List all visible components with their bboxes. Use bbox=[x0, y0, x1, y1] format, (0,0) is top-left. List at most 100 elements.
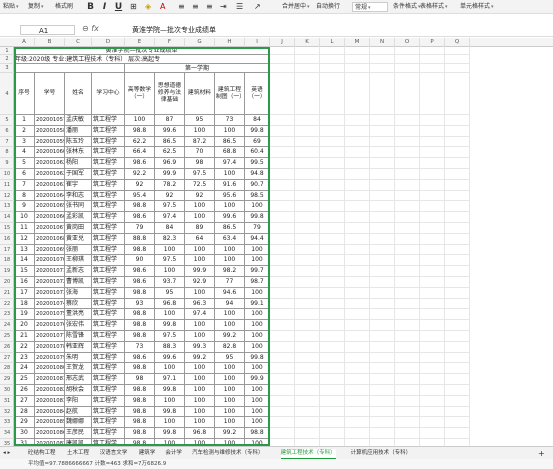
table-style-button[interactable]: 表格样式▾ bbox=[420, 2, 448, 12]
gridline bbox=[270, 340, 470, 342]
row-header[interactable]: 29 bbox=[0, 374, 14, 385]
underline-button[interactable]: U bbox=[114, 2, 123, 12]
fill-color-icon[interactable]: ◈ bbox=[145, 2, 151, 12]
row-header[interactable]: 26 bbox=[0, 342, 14, 353]
row-header[interactable]: 21 bbox=[0, 288, 14, 299]
column-header-P[interactable]: P bbox=[420, 38, 445, 47]
indent-icon[interactable]: ⇥ bbox=[220, 2, 227, 12]
spreadsheet-grid[interactable]: ABCDEFGHIJKLMNOPQ 1 2 3 4 5 6 7 8 9 10 11 12 13 14 15 1… bbox=[0, 38, 553, 446]
cell-style-button[interactable]: 单元格样式▾ bbox=[460, 2, 494, 12]
row-header[interactable]: 24 bbox=[0, 320, 14, 331]
column-header-J[interactable]: J bbox=[270, 38, 295, 47]
column-header-H[interactable]: H bbox=[215, 38, 245, 47]
column-header-Q[interactable]: Q bbox=[445, 38, 470, 47]
copy-button[interactable]: 复制▾ bbox=[28, 2, 44, 12]
sheet-tab[interactable]: 汽车检测与维修技术（专科） bbox=[192, 449, 264, 458]
sheet-tab[interactable]: 计算机应用技术（专科） bbox=[351, 449, 412, 458]
row-header[interactable]: 5 bbox=[0, 115, 14, 126]
row-header[interactable]: 34 bbox=[0, 428, 14, 439]
column-header-F[interactable]: F bbox=[155, 38, 185, 47]
font-color-icon[interactable]: A bbox=[160, 2, 165, 12]
row-header[interactable]: 23 bbox=[0, 309, 14, 321]
row-header[interactable]: 6 bbox=[0, 126, 14, 137]
paste-button[interactable]: 粘贴▾ bbox=[3, 2, 19, 12]
column-header-A[interactable]: A bbox=[14, 38, 35, 47]
tab-nav-arrows[interactable]: ◂ ▸ bbox=[3, 449, 10, 458]
sheet-tab[interactable]: 建筑工程技术（专科） bbox=[280, 449, 336, 459]
row-header[interactable]: 16 bbox=[0, 234, 14, 245]
add-sheet-button[interactable]: + bbox=[538, 449, 545, 458]
sheet-tab[interactable]: 建筑学 bbox=[139, 449, 156, 458]
row-header[interactable]: 2 bbox=[0, 55, 14, 64]
column-header-L[interactable]: L bbox=[320, 38, 345, 47]
row-header[interactable]: 27 bbox=[0, 353, 14, 364]
border-icon[interactable]: ⊞ bbox=[130, 2, 137, 12]
column-header-G[interactable]: G bbox=[185, 38, 215, 47]
number-format-select[interactable]: 常规▾ bbox=[352, 2, 388, 12]
row-header[interactable]: 12 bbox=[0, 191, 14, 202]
format-painter-button[interactable]: 格式刷 bbox=[55, 2, 73, 12]
zoom-icon[interactable]: ⊖ bbox=[82, 24, 89, 33]
gridline bbox=[270, 276, 470, 277]
row-header[interactable]: 33 bbox=[0, 417, 14, 429]
italic-button[interactable]: I bbox=[100, 2, 109, 12]
column-header-O[interactable]: O bbox=[395, 38, 420, 47]
gridline bbox=[270, 265, 470, 267]
row-header[interactable]: 17 bbox=[0, 245, 14, 256]
gridline bbox=[270, 384, 470, 385]
row-header[interactable]: 11 bbox=[0, 180, 14, 191]
row-header[interactable]: 8 bbox=[0, 147, 14, 159]
column-header-K[interactable]: K bbox=[295, 38, 320, 47]
row-header[interactable]: 25 bbox=[0, 331, 14, 342]
formula-input[interactable]: 黄淮学院—批次专业成绩单 bbox=[132, 25, 216, 35]
row-header[interactable]: 13 bbox=[0, 201, 14, 213]
orientation-icon[interactable]: ↗ bbox=[254, 2, 261, 12]
gridline bbox=[270, 243, 470, 245]
gridline bbox=[270, 146, 470, 148]
row-header[interactable]: 20 bbox=[0, 277, 14, 288]
gridline bbox=[270, 416, 470, 418]
row-header[interactable]: 9 bbox=[0, 158, 14, 169]
row-header[interactable]: 32 bbox=[0, 407, 14, 418]
column-header-E[interactable]: E bbox=[125, 38, 155, 47]
row-header[interactable]: 30 bbox=[0, 385, 14, 396]
merge-center-button[interactable]: 合并居中▾ bbox=[282, 2, 310, 12]
row-header[interactable]: 4 bbox=[0, 73, 14, 115]
row-header[interactable]: 19 bbox=[0, 266, 14, 277]
sheet-tab[interactable]: 汉语言文学 bbox=[100, 449, 128, 458]
sheet-tab[interactable]: 砼结构工程 bbox=[28, 449, 56, 458]
row-header[interactable]: 15 bbox=[0, 223, 14, 234]
cells-area[interactable]: 黄淮学院—批次专业成绩单 年级:2020级 专业:建筑工程技术（专科） 层次:高起… bbox=[14, 47, 553, 446]
align-right-icon[interactable]: ≡ bbox=[206, 2, 213, 12]
column-header-D[interactable]: D bbox=[92, 38, 125, 47]
fx-icon[interactable]: fx bbox=[91, 24, 99, 33]
column-header-B[interactable]: B bbox=[35, 38, 65, 47]
sheet-tab[interactable]: 会计学 bbox=[165, 449, 182, 458]
column-header-N[interactable]: N bbox=[370, 38, 395, 47]
row-header[interactable]: 14 bbox=[0, 212, 14, 223]
name-box[interactable]: A1 bbox=[20, 25, 75, 35]
row-header[interactable]: 28 bbox=[0, 363, 14, 375]
distribute-icon[interactable]: ☰ bbox=[236, 2, 243, 12]
align-left-icon[interactable]: ≡ bbox=[178, 2, 185, 12]
align-center-icon[interactable]: ≡ bbox=[192, 2, 199, 12]
bold-button[interactable]: B bbox=[86, 2, 95, 12]
column-header-M[interactable]: M bbox=[345, 38, 370, 47]
row-header[interactable]: 22 bbox=[0, 299, 14, 310]
row-header[interactable]: 1 bbox=[0, 47, 14, 55]
sheet-tab[interactable]: 土木工程 bbox=[67, 449, 89, 458]
conditional-format-button[interactable]: 条件格式▾ bbox=[393, 2, 421, 12]
gridline bbox=[270, 124, 470, 126]
row-header[interactable]: 18 bbox=[0, 255, 14, 267]
row-header[interactable]: 3 bbox=[0, 64, 14, 73]
row-header[interactable]: 10 bbox=[0, 169, 14, 180]
column-header-C[interactable]: C bbox=[65, 38, 92, 47]
wrap-text-button[interactable]: 自动换行 bbox=[316, 2, 340, 12]
row-header[interactable]: 35 bbox=[0, 439, 14, 446]
gridline bbox=[270, 297, 470, 299]
row-header[interactable]: 31 bbox=[0, 396, 14, 407]
row-header[interactable]: 7 bbox=[0, 137, 14, 148]
gridline bbox=[394, 47, 395, 446]
column-header-I[interactable]: I bbox=[245, 38, 270, 47]
gridline bbox=[344, 47, 345, 446]
